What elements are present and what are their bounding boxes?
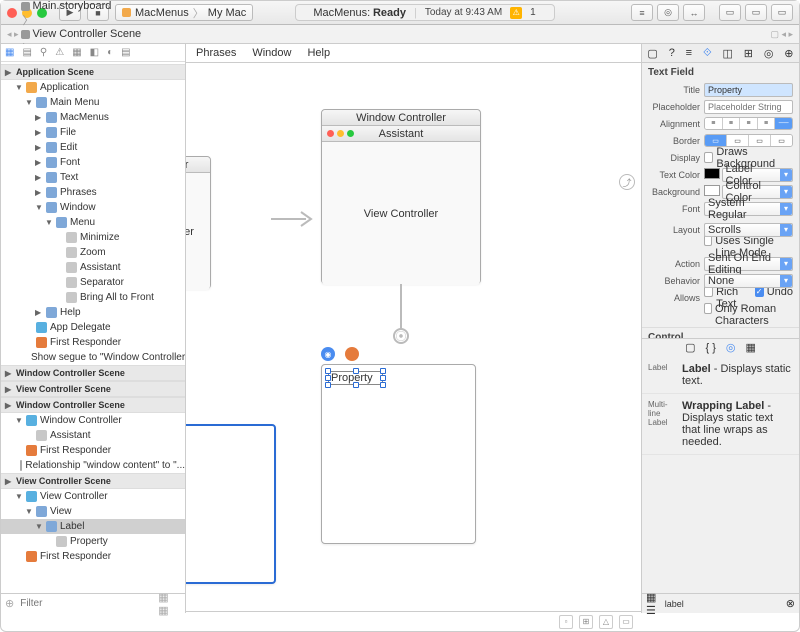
outline-row[interactable]: Relationship "window content" to "...	[1, 458, 185, 473]
filter-input[interactable]	[20, 598, 152, 609]
library-item[interactable]: LabelLabel - Displays static text.	[642, 357, 799, 394]
version-editor-button[interactable]: ↔	[683, 4, 705, 21]
utilities-panel: ▢?≡⟐◫⊞◎⊕ Text Field Title Placeholder Al…	[641, 44, 799, 613]
svg-text:⦿: ⦿	[396, 330, 407, 343]
outline-row[interactable]: ▶Help	[1, 305, 185, 320]
bgcolor-well[interactable]	[704, 185, 720, 196]
outline-section-header[interactable]: ▶Application Scene	[1, 64, 185, 80]
outline-row[interactable]: Separator	[1, 275, 185, 290]
window-controller-scene[interactable]: Window Controller Assistant View Control…	[321, 109, 481, 284]
placeholder-input[interactable]	[704, 100, 793, 114]
outline-row[interactable]: ▼Application	[1, 80, 185, 95]
exit-icon[interactable]: ⤴	[619, 174, 635, 190]
outline-row[interactable]: Zoom	[1, 245, 185, 260]
align-button[interactable]: ▫	[559, 615, 573, 629]
canvas-bottom-bar: ▫ ⊞ △ ▭	[186, 611, 641, 631]
partial-scene-bottom[interactable]	[186, 424, 276, 584]
outline-section-header[interactable]: ▶View Controller Scene	[1, 473, 185, 489]
selected-label[interactable]: Property	[328, 371, 383, 385]
close-window-icon[interactable]	[7, 8, 17, 18]
activity-status: MacMenus: Ready | Today at 9:43 AM ⚠ 1	[295, 4, 555, 21]
scheme-app-label: MacMenus	[135, 7, 189, 19]
outline-row[interactable]: Assistant	[1, 428, 185, 443]
document-outline[interactable]: ▶Application Scene▼Application▼Main Menu…	[1, 62, 185, 593]
jump-bar: ◂ ▸ MacMenus〉MacMenus〉Main.storyboard〉Vi…	[1, 25, 799, 44]
crumb[interactable]: View Controller Scene	[21, 28, 142, 40]
outline-row[interactable]: ▼Window Controller	[1, 413, 185, 428]
textcolor-well[interactable]	[704, 168, 720, 179]
resize-button[interactable]: ▭	[619, 615, 633, 629]
inspector-tabs[interactable]: ▢?≡⟐◫⊞◎⊕	[642, 44, 799, 63]
outline-row[interactable]: ▶Text	[1, 170, 185, 185]
assistant-editor-button[interactable]: ◎	[657, 4, 679, 21]
outline-row[interactable]: ▶Edit	[1, 140, 185, 155]
partial-scene-left[interactable]: er oller	[186, 156, 211, 289]
navigator-filter: ⊕ ▦ ▦	[1, 593, 185, 613]
outline-section-header[interactable]: ▶Window Controller Scene	[1, 397, 185, 413]
resolve-button[interactable]: △	[599, 615, 613, 629]
standard-editor-button[interactable]: ≡	[631, 4, 653, 21]
outline-row[interactable]: ▼Window	[1, 200, 185, 215]
outline-row[interactable]: Property	[1, 534, 185, 549]
outline-row[interactable]: First Responder	[1, 549, 185, 564]
library-filter-input[interactable]	[665, 599, 782, 609]
outline-row[interactable]: ▶Font	[1, 155, 185, 170]
outline-row[interactable]: ▼Menu	[1, 215, 185, 230]
outline-row[interactable]: ▼View	[1, 504, 185, 519]
toggle-debug-button[interactable]: ▭	[745, 4, 767, 21]
outline-section-header[interactable]: ▶View Controller Scene	[1, 381, 185, 397]
navigator-panel: ▦▤⚲⚠▦◧◐▤ ▶Application Scene▼Application▼…	[1, 44, 186, 613]
outline-row[interactable]: First Responder	[1, 335, 185, 350]
outline-row[interactable]: Assistant	[1, 260, 185, 275]
outline-row[interactable]: Show segue to "Window Controller"	[1, 350, 185, 365]
crumb[interactable]: Main.storyboard	[21, 0, 142, 12]
outline-row[interactable]: Minimize	[1, 230, 185, 245]
outline-row[interactable]: ▶Phrases	[1, 185, 185, 200]
outline-row[interactable]: ▶File	[1, 125, 185, 140]
toggle-navigator-button[interactable]: ▭	[719, 4, 741, 21]
library-item[interactable]: Multi-line LabelWrapping Label - Display…	[642, 394, 799, 455]
scheme-dest-label: My Mac	[208, 7, 247, 19]
action-select[interactable]: Sent On End Editing	[704, 257, 793, 271]
view-controller-placeholder: View Controller	[322, 142, 480, 285]
alignment-segmented[interactable]: ≡≡≡≡──	[704, 117, 793, 130]
behavior-select[interactable]: None	[704, 274, 793, 288]
segue-icon	[271, 204, 326, 234]
toggle-utilities-button[interactable]: ▭	[771, 4, 793, 21]
outline-row[interactable]: App Delegate	[1, 320, 185, 335]
pin-button[interactable]: ⊞	[579, 615, 593, 629]
layout-select[interactable]: Scrolls	[704, 223, 793, 237]
outline-row[interactable]: ▼Main Menu	[1, 95, 185, 110]
title-input[interactable]	[704, 83, 793, 97]
related-items-icon[interactable]: ▢ ◂ ▸	[770, 29, 793, 40]
view-controller-view[interactable]: Property	[321, 364, 476, 544]
scene-dock[interactable]: ◉	[321, 347, 359, 361]
navigator-tabs: ▦▤⚲⚠▦◧◐▤	[1, 44, 185, 62]
outline-row[interactable]: ▼View Controller	[1, 489, 185, 504]
outline-row[interactable]: ▼Label	[1, 519, 185, 534]
outline-row[interactable]: Bring All to Front	[1, 290, 185, 305]
outline-row[interactable]: ▶MacMenus	[1, 110, 185, 125]
outline-section-header[interactable]: ▶Window Controller Scene	[1, 365, 185, 381]
interface-builder-canvas[interactable]: Phrases Window Help Window Controller As…	[186, 44, 641, 613]
font-select[interactable]: System Regular	[704, 202, 793, 216]
warning-badge[interactable]: ⚠	[510, 7, 522, 19]
draws-bg-checkbox[interactable]	[704, 152, 713, 163]
object-library: ▢{ }◎▦ LabelLabel - Displays static text…	[642, 338, 799, 614]
outline-row[interactable]: First Responder	[1, 443, 185, 458]
relationship-segue-icon: ⦿	[391, 284, 411, 344]
library-tabs[interactable]: ▢{ }◎▦	[642, 339, 799, 357]
roman-checkbox[interactable]	[704, 303, 712, 314]
